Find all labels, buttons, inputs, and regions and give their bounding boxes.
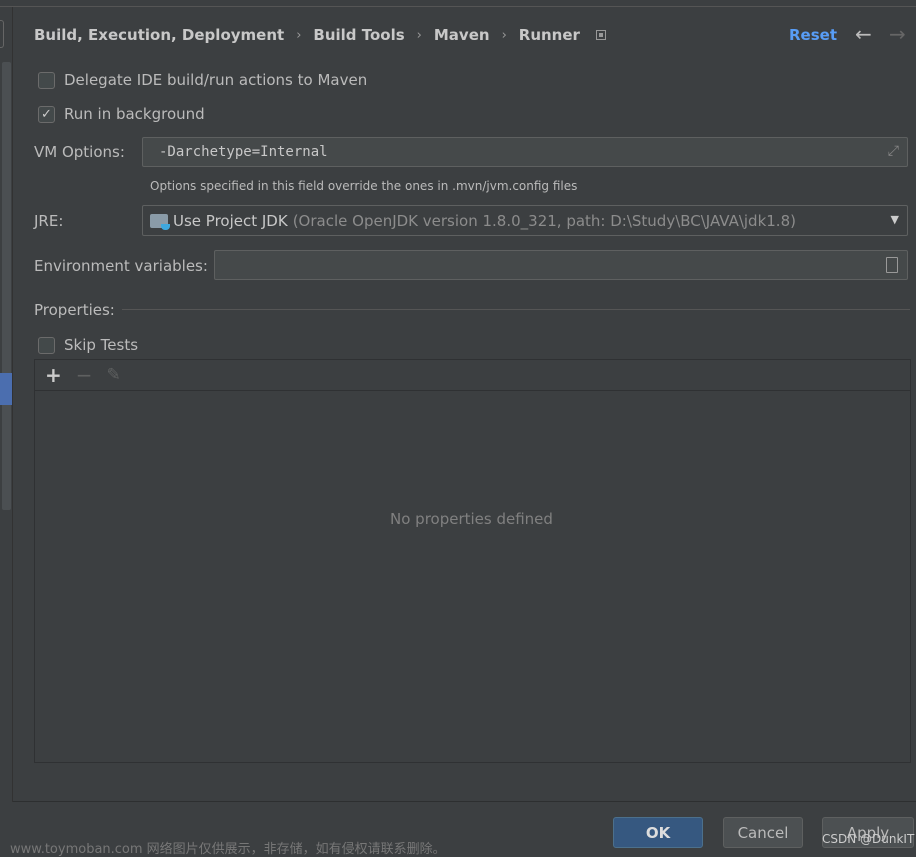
delegate-label: Delegate IDE build/run actions to Maven <box>64 71 368 89</box>
reset-link[interactable]: Reset <box>789 26 837 44</box>
breadcrumb-item[interactable]: Maven <box>434 26 490 44</box>
folder-icon <box>150 213 170 230</box>
chevron-down-icon[interactable]: ▼ <box>891 213 899 226</box>
background-checkbox-row[interactable]: ✓ Run in background <box>38 105 205 123</box>
breadcrumb-item: Runner <box>518 26 580 44</box>
top-divider <box>0 6 916 7</box>
browse-icon[interactable] <box>886 257 898 273</box>
env-variables-label: Environment variables: <box>34 257 208 275</box>
ok-button[interactable]: OK <box>613 817 703 848</box>
expand-icon[interactable]: ⤢ <box>888 143 899 159</box>
chevron-right-icon: › <box>501 27 507 43</box>
properties-label: Properties: <box>34 301 115 319</box>
search-box-edge <box>0 20 4 48</box>
table-toolbar: + − ✎ <box>35 360 910 391</box>
vm-options-hint: Options specified in this field override… <box>150 179 578 193</box>
remove-icon[interactable]: − <box>76 363 93 387</box>
breadcrumb-item[interactable]: Build Tools <box>313 26 404 44</box>
vm-options-value: -Darchetype=Internal <box>159 144 328 160</box>
background-label: Run in background <box>64 105 205 123</box>
skip-tests-label: Skip Tests <box>64 336 139 354</box>
scrollbar[interactable] <box>2 62 11 510</box>
properties-separator <box>122 309 910 310</box>
delegate-checkbox-row[interactable]: Delegate IDE build/run actions to Maven <box>38 71 367 89</box>
jre-detail: (Oracle OpenJDK version 1.8.0_321, path:… <box>292 211 796 230</box>
forward-arrow-icon[interactable]: → <box>889 22 906 46</box>
vm-options-input[interactable]: -Darchetype=Internal ⤢ <box>142 137 908 167</box>
add-icon[interactable]: + <box>45 363 62 387</box>
background-checkbox[interactable]: ✓ <box>38 105 55 123</box>
delegate-checkbox[interactable] <box>38 71 55 89</box>
back-arrow-icon[interactable]: ← <box>855 22 872 46</box>
project-settings-icon <box>595 30 606 40</box>
site-watermark: www.toymoban.com 网络图片仅供展示，非存储，如有侵权请联系删除。 <box>10 842 446 857</box>
edit-icon[interactable]: ✎ <box>107 365 121 385</box>
vm-options-label: VM Options: <box>34 143 125 161</box>
skip-tests-row[interactable]: Skip Tests <box>38 336 138 354</box>
jre-value: Use Project JDK <box>173 211 288 230</box>
properties-table[interactable]: + − ✎ <box>34 359 911 763</box>
empty-state-text: No properties defined <box>390 510 553 528</box>
jre-label: JRE: <box>34 212 64 230</box>
selected-tree-item[interactable] <box>0 373 12 405</box>
author-watermark: CSDN @DunkIT <box>822 832 915 846</box>
chevron-right-icon: › <box>296 27 302 43</box>
footer-divider <box>13 801 916 802</box>
env-variables-input[interactable] <box>214 250 908 280</box>
breadcrumb-item[interactable]: Build, Execution, Deployment <box>34 26 284 44</box>
skip-tests-checkbox[interactable] <box>38 336 55 354</box>
breadcrumb: Build, Execution, Deployment › Build Tool… <box>34 26 606 44</box>
chevron-right-icon: › <box>416 27 422 43</box>
cancel-button[interactable]: Cancel <box>723 817 803 848</box>
jre-dropdown[interactable]: Use Project JDK (Oracle OpenJDK version … <box>142 205 908 236</box>
